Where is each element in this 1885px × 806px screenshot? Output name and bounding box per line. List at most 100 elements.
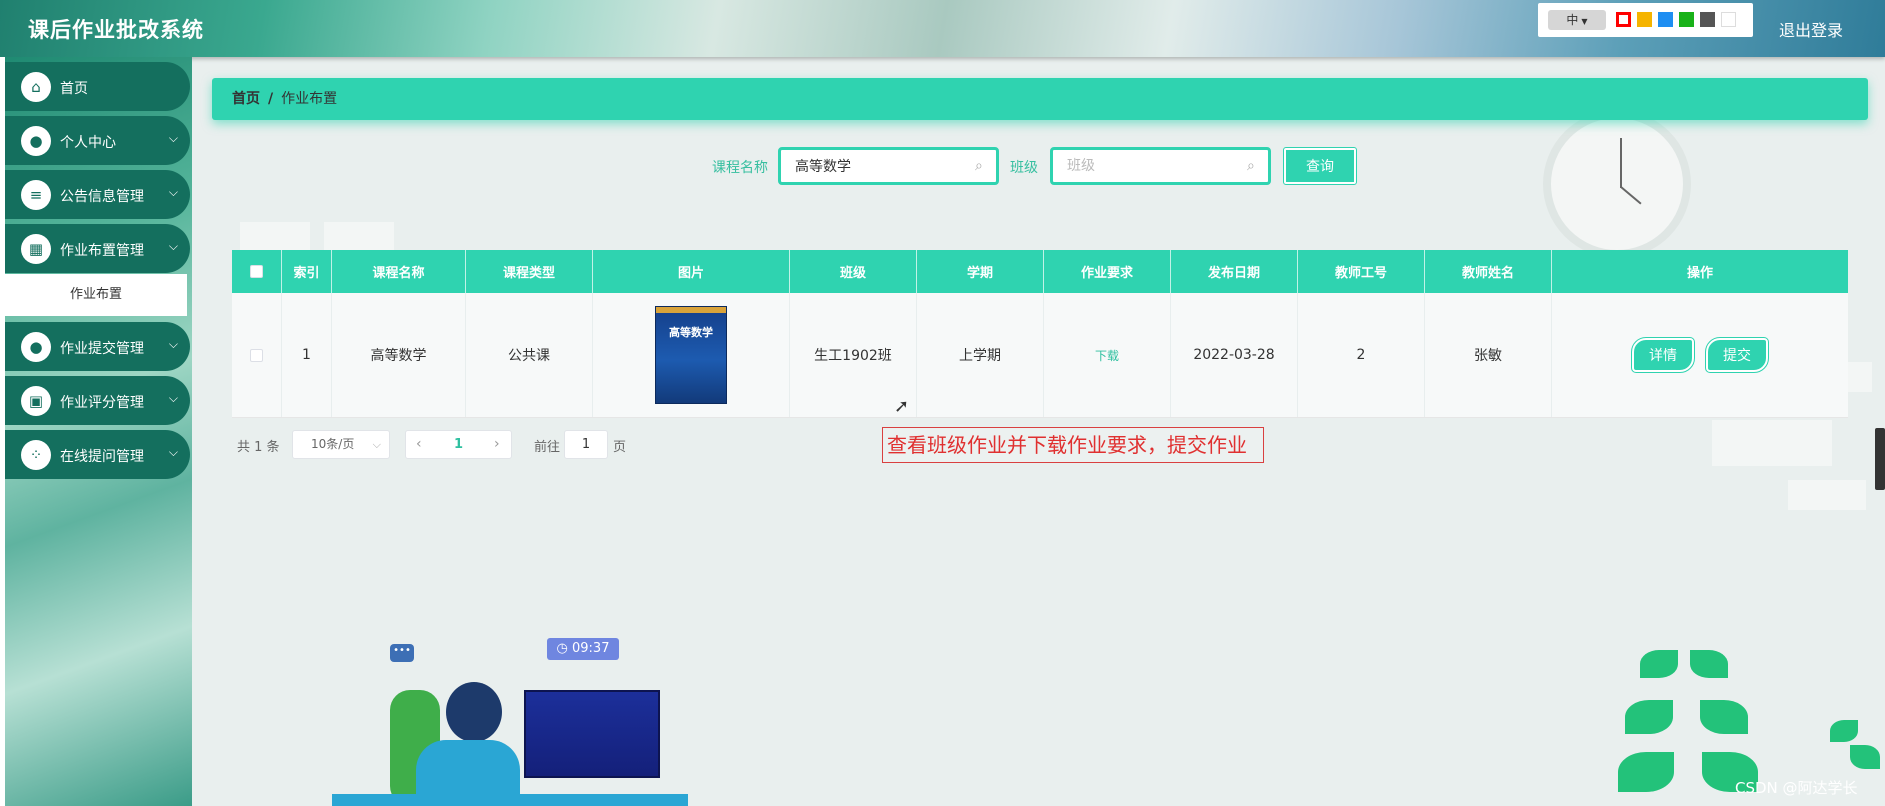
- next-page-button[interactable]: ›: [494, 436, 500, 452]
- select-all-checkbox[interactable]: [250, 265, 263, 278]
- cell-course-type: 公共课: [466, 293, 593, 417]
- header-course-name: 课程名称: [332, 250, 466, 293]
- cell-actions: 详情 提交: [1552, 293, 1848, 417]
- header-term: 学期: [917, 250, 1044, 293]
- decor-block: [324, 222, 394, 250]
- sidebar: ⌂ 首页 ● 个人中心 ⌵ ≡ 公告信息管理 ⌵ ▦ 作业布置管理 ⌵ 作业布置…: [0, 57, 192, 806]
- scrollbar-handle[interactable]: [1875, 428, 1885, 490]
- sidebar-item-submission-management[interactable]: ● 作业提交管理 ⌵: [5, 322, 190, 371]
- cell-term: 上学期: [917, 293, 1044, 417]
- header-requirement: 作业要求: [1044, 250, 1171, 293]
- plant-leaf-decoration: [1640, 650, 1678, 678]
- caret-down-icon: ▼: [1581, 17, 1588, 26]
- cell-teacher-name: 张敏: [1425, 293, 1552, 417]
- breadcrumb: 首页 / 作业布置: [212, 78, 1868, 120]
- search-icon: ⌕: [1247, 158, 1255, 174]
- sidebar-item-grading-management[interactable]: ▣ 作业评分管理 ⌵: [5, 376, 190, 425]
- header-actions: 操作: [1686, 266, 1713, 281]
- submit-button[interactable]: 提交: [1705, 337, 1769, 373]
- person-head-shape: [446, 682, 502, 742]
- cell-teacher-id: 2: [1298, 293, 1425, 417]
- sidebar-item-home[interactable]: ⌂ 首页: [5, 62, 190, 111]
- user-icon: ●: [21, 332, 51, 362]
- cell-image: 高等数学: [593, 293, 790, 417]
- row-checkbox[interactable]: [250, 348, 263, 362]
- sidebar-item-assignment-management[interactable]: ▦ 作业布置管理 ⌵: [5, 224, 190, 273]
- goto-label: 前往: [534, 440, 561, 455]
- chart-icon: ▣: [21, 386, 51, 416]
- book-cover-image[interactable]: 高等数学: [655, 306, 727, 404]
- user-icon: ●: [21, 126, 51, 156]
- pager: ‹ 1 ›: [405, 430, 512, 459]
- plant-leaf-decoration: [1850, 745, 1880, 769]
- theme-swatch-orange[interactable]: [1637, 12, 1652, 27]
- sidebar-item-label: 作业提交管理: [60, 341, 144, 357]
- assignment-table: 索引 课程名称 课程类型 图片 班级 学期 作业要求 发布日期 教师工号 教师姓…: [232, 250, 1848, 418]
- header-class: 班级: [790, 250, 917, 293]
- detail-button[interactable]: 详情: [1631, 337, 1695, 373]
- annotation-text: 查看班级作业并下载作业要求，提交作业: [882, 427, 1264, 463]
- theme-swatch-gray[interactable]: [1700, 12, 1715, 27]
- table-row: 1 高等数学 公共课 高等数学 生工1902班 上学期 下载 2022-03-2…: [232, 293, 1848, 418]
- class-input[interactable]: [1050, 147, 1271, 185]
- app-title: 课后作业批改系统: [28, 18, 204, 42]
- language-selected: 中: [1566, 13, 1579, 27]
- sidebar-item-personal-center[interactable]: ● 个人中心 ⌵: [5, 116, 190, 165]
- header-index: 索引: [282, 250, 332, 293]
- book-band: [656, 307, 726, 313]
- language-select[interactable]: 中 ▼: [1548, 10, 1606, 30]
- sidebar-subitem-assignment[interactable]: 作业布置: [5, 274, 187, 316]
- cell-publish-date: 2022-03-28: [1171, 293, 1298, 417]
- theme-swatch-green[interactable]: [1679, 12, 1694, 27]
- theme-swatch-blue[interactable]: [1658, 12, 1673, 27]
- course-name-label: 课程名称: [712, 160, 768, 176]
- chat-bubble-icon: •••: [390, 644, 414, 662]
- decor-block: [1712, 420, 1832, 466]
- plant-leaf-decoration: [1690, 650, 1728, 678]
- monitor-shape: [524, 690, 660, 778]
- decor-block: [1788, 480, 1866, 510]
- breadcrumb-current: 作业布置: [281, 91, 338, 107]
- sidebar-item-label: 在线提问管理: [60, 449, 144, 465]
- cell-index: 1: [282, 293, 332, 417]
- decor-block: [240, 222, 310, 250]
- decor-block: [1848, 362, 1872, 392]
- clock-hand: [1620, 138, 1622, 188]
- class-label: 班级: [1010, 160, 1038, 176]
- download-link[interactable]: 下载: [1095, 347, 1119, 364]
- mouse-cursor-icon: ➚: [894, 396, 910, 417]
- query-button[interactable]: 查询: [1283, 147, 1357, 185]
- goto-page-input[interactable]: 1: [564, 430, 608, 459]
- header-teacher-name: 教师姓名: [1425, 250, 1552, 293]
- grid-icon: ▦: [21, 234, 51, 264]
- clock-hand: [1620, 186, 1642, 205]
- current-page[interactable]: 1: [454, 437, 463, 452]
- book-title: 高等数学: [669, 326, 713, 339]
- page-size-select[interactable]: 10条/页 ⌵: [292, 430, 390, 459]
- plant-leaf-decoration: [1830, 720, 1858, 742]
- chevron-down-icon: ⌵: [168, 391, 178, 405]
- cell-course-name: 高等数学: [332, 293, 466, 417]
- sidebar-item-question-management[interactable]: ⁘ 在线提问管理 ⌵: [5, 430, 190, 479]
- breadcrumb-home[interactable]: 首页: [232, 91, 260, 107]
- theme-swatch-red[interactable]: [1616, 12, 1631, 27]
- top-bar: 课后作业批改系统 中 ▼ 退出登录: [0, 0, 1885, 57]
- prev-page-button[interactable]: ‹: [416, 436, 422, 452]
- header-select-all: [232, 250, 282, 293]
- course-name-input[interactable]: [778, 147, 999, 185]
- page-size-value: 10条/页: [311, 437, 355, 451]
- theme-swatch-white[interactable]: [1721, 12, 1736, 27]
- clock-decoration: [1543, 110, 1691, 258]
- row-select-cell: [232, 293, 282, 417]
- chevron-down-icon: ⌵: [168, 239, 178, 253]
- cell-requirement: 下载: [1044, 293, 1171, 417]
- time-badge: ◷ 09:37: [547, 638, 619, 660]
- logout-link[interactable]: 退出登录: [1779, 17, 1843, 41]
- theme-switcher: 中 ▼: [1538, 3, 1753, 37]
- sidebar-item-notice-management[interactable]: ≡ 公告信息管理 ⌵: [5, 170, 190, 219]
- apps-icon: ⁘: [21, 440, 51, 470]
- chevron-down-icon: ⌵: [168, 445, 178, 459]
- chevron-down-icon: ⌵: [168, 131, 178, 145]
- breadcrumb-separator: /: [268, 91, 274, 107]
- watermark-text: CSDN @阿达学长: [1735, 779, 1858, 797]
